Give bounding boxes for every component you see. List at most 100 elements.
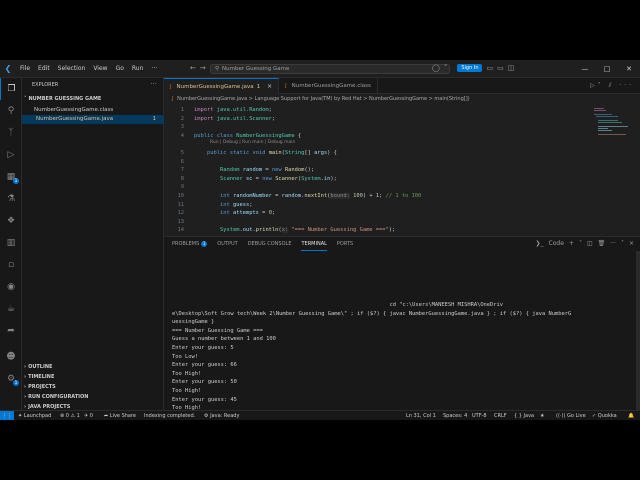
split-icon[interactable]: ◫ xyxy=(508,64,515,72)
nav-arrows[interactable]: ←→ xyxy=(190,64,210,72)
search-icon[interactable]: ⚲ xyxy=(0,100,22,122)
launchpad[interactable]: ✦ Launchpad xyxy=(18,411,51,420)
testing-icon[interactable]: ⚗ xyxy=(0,188,22,210)
trash-icon[interactable]: 🗑 xyxy=(598,240,606,247)
minimap[interactable] xyxy=(592,106,632,146)
code-line[interactable]: 1 import java.util.Random; xyxy=(164,106,272,115)
file-item-class[interactable]: NumberGuessingGame.class xyxy=(34,106,162,115)
python-icon[interactable]: ❖ xyxy=(0,210,22,232)
extensions-icon[interactable]: ▦ 1 xyxy=(0,166,22,188)
problems-status[interactable]: ⊗ 0 ⚠ 1 xyxy=(60,411,80,420)
menu-edit[interactable]: Edit xyxy=(34,65,54,72)
breadcrumb-path: NumberGuessingGame.java > Language Suppo… xyxy=(177,96,470,102)
source-control-icon[interactable]: ᛉ xyxy=(0,122,22,144)
encoding[interactable]: UTF-8 xyxy=(472,411,487,420)
tab-java[interactable]: J NumberGuessingGame.java 1 × xyxy=(164,78,280,95)
code-line[interactable]: 9 xyxy=(164,183,194,192)
code-line[interactable]: 13 xyxy=(164,218,194,227)
tab-problem-count: 1 xyxy=(256,83,261,90)
github-icon[interactable]: ◉ xyxy=(0,276,22,298)
close-icon[interactable]: ✕ xyxy=(618,60,640,78)
code-line[interactable]: 14 System.out.println(x: "=== Number Gue… xyxy=(164,226,395,235)
menu-file[interactable]: File xyxy=(16,65,34,72)
code-line[interactable]: 2 import java.util.Scanner; xyxy=(164,115,275,124)
line-code: import java.util.Scanner; xyxy=(194,115,276,122)
sign-in-button[interactable]: Sign In xyxy=(457,64,483,72)
code-editor[interactable]: 1 import java.util.Random; 2 import java.ut… xyxy=(164,104,640,236)
close-icon[interactable]: × xyxy=(267,79,272,95)
panel-toggle-icon[interactable]: ▭ xyxy=(497,64,504,72)
menu-go[interactable]: Go xyxy=(112,65,128,72)
code-line[interactable]: 5 public static void main(String[] args)… xyxy=(164,149,337,158)
command-center[interactable]: ⚲ Number Guessing Game xyxy=(210,64,450,74)
terminal-scrollbar[interactable] xyxy=(636,251,640,411)
language-mode[interactable]: { } Java xyxy=(514,411,534,420)
add-terminal-icon[interactable]: + xyxy=(569,240,574,247)
code-line[interactable]: 10 int randomNumber = random.nextInt(bou… xyxy=(164,192,421,201)
menu-view[interactable]: View xyxy=(89,65,111,72)
copilot-icon[interactable]: ◯ xyxy=(432,64,440,72)
notifications-icon[interactable]: 🔔 xyxy=(628,411,634,420)
end-of-line[interactable]: CRLF xyxy=(494,411,507,420)
editor-actions[interactable]: ▷˅ ⫽ ··· xyxy=(590,82,634,90)
tab-output[interactable]: OUTPUT xyxy=(217,237,237,251)
manage-gear-icon[interactable]: ⚙ 1 xyxy=(0,368,22,390)
chevron-down-icon[interactable]: ˅ xyxy=(579,240,582,247)
layout-icon[interactable]: ▭ xyxy=(486,64,493,72)
section-run-configuration[interactable]: › RUN CONFIGURATION xyxy=(24,394,88,400)
chevron-down-icon[interactable]: ˅ xyxy=(444,64,448,72)
section-timeline[interactable]: › TIMELINE xyxy=(24,374,54,380)
section-projects[interactable]: › PROJECTS xyxy=(24,384,56,390)
folder-section[interactable]: ˅ NUMBER GUESSING GAME xyxy=(24,96,101,102)
account-icon[interactable]: ☻ xyxy=(0,346,22,368)
code-line[interactable]: 3 xyxy=(164,123,194,132)
codelens-run-debug[interactable]: Run | Debug | Run main | Debug main xyxy=(210,140,295,145)
maximize-icon[interactable]: □ xyxy=(596,60,618,78)
chevron-down-icon: ˅ xyxy=(24,96,27,102)
remote-explorer-icon[interactable]: ▫ xyxy=(0,254,22,276)
code-line[interactable]: 11 int guess; xyxy=(164,201,253,210)
ports-status[interactable]: ✈ 0 xyxy=(84,411,93,420)
tab-class[interactable]: J NumberGuessingGame.class xyxy=(279,78,378,94)
close-panel-icon[interactable]: × xyxy=(629,240,634,247)
tab-debug-console[interactable]: DEBUG CONSOLE xyxy=(248,237,292,251)
java-icon[interactable]: ☕ xyxy=(0,298,22,320)
line-number: 14 xyxy=(177,227,185,234)
remote-icon[interactable]: ⋮⋮ xyxy=(0,411,14,420)
tab-label: NumberGuessingGame.class xyxy=(291,83,371,89)
line-number: 4 xyxy=(180,132,184,139)
code-line[interactable]: 6 xyxy=(164,158,194,167)
maximize-panel-icon[interactable]: ˄ xyxy=(621,240,624,247)
go-live[interactable]: ((·)) Go Live xyxy=(556,411,586,420)
more-actions-icon[interactable]: ··· xyxy=(610,240,616,247)
section-outline[interactable]: › OUTLINE xyxy=(24,364,52,370)
menu-selection[interactable]: Selection xyxy=(54,65,90,72)
live-share[interactable]: ➦ Live Share xyxy=(104,411,136,420)
bell-icon[interactable]: ★ xyxy=(540,411,544,420)
run-debug-icon[interactable]: ▷ xyxy=(0,144,22,166)
quokka[interactable]: ✓ Quokka xyxy=(592,411,617,420)
terminal-line: Too High! xyxy=(172,370,202,377)
breadcrumb[interactable]: J NumberGuessingGame.java > Language Sup… xyxy=(164,94,640,104)
terminal-output[interactable]: cd "c:\Users\MANEESH MISHRA\OneDriv e\Des… xyxy=(172,301,638,420)
explorer-icon[interactable]: ❐ xyxy=(0,78,22,100)
tab-terminal[interactable]: TERMINAL xyxy=(301,237,327,251)
share-icon[interactable]: ➦ xyxy=(0,320,22,342)
split-terminal-icon[interactable]: ◫ xyxy=(587,240,593,247)
menu-more[interactable]: ··· xyxy=(147,65,161,72)
code-line[interactable]: 12 int attempts = 0; xyxy=(164,209,276,218)
terminal-profile[interactable]: Code xyxy=(549,240,564,247)
code-line[interactable]: 8 Scanner sc = new Scanner(System.in); xyxy=(164,175,337,184)
java-status[interactable]: ⚙ Java: Ready xyxy=(204,411,239,420)
menu-run[interactable]: Run xyxy=(128,65,148,72)
tab-problems[interactable]: PROBLEMS 1 xyxy=(172,237,208,251)
code-line[interactable]: 7 Random random = new Random(); xyxy=(164,166,314,175)
terminal-line: Enter your guess: 66 xyxy=(172,362,237,369)
indentation[interactable]: Spaces: 4 xyxy=(443,411,467,420)
cursor-position[interactable]: Ln 31, Col 1 xyxy=(406,411,436,420)
more-actions-icon[interactable]: ··· xyxy=(150,80,157,88)
database-icon[interactable]: ▥ xyxy=(0,232,22,254)
tab-ports[interactable]: PORTS xyxy=(337,237,353,251)
file-item-java[interactable]: NumberGuessingGame.java 1 xyxy=(22,115,164,124)
minimize-icon[interactable]: — xyxy=(574,60,596,78)
